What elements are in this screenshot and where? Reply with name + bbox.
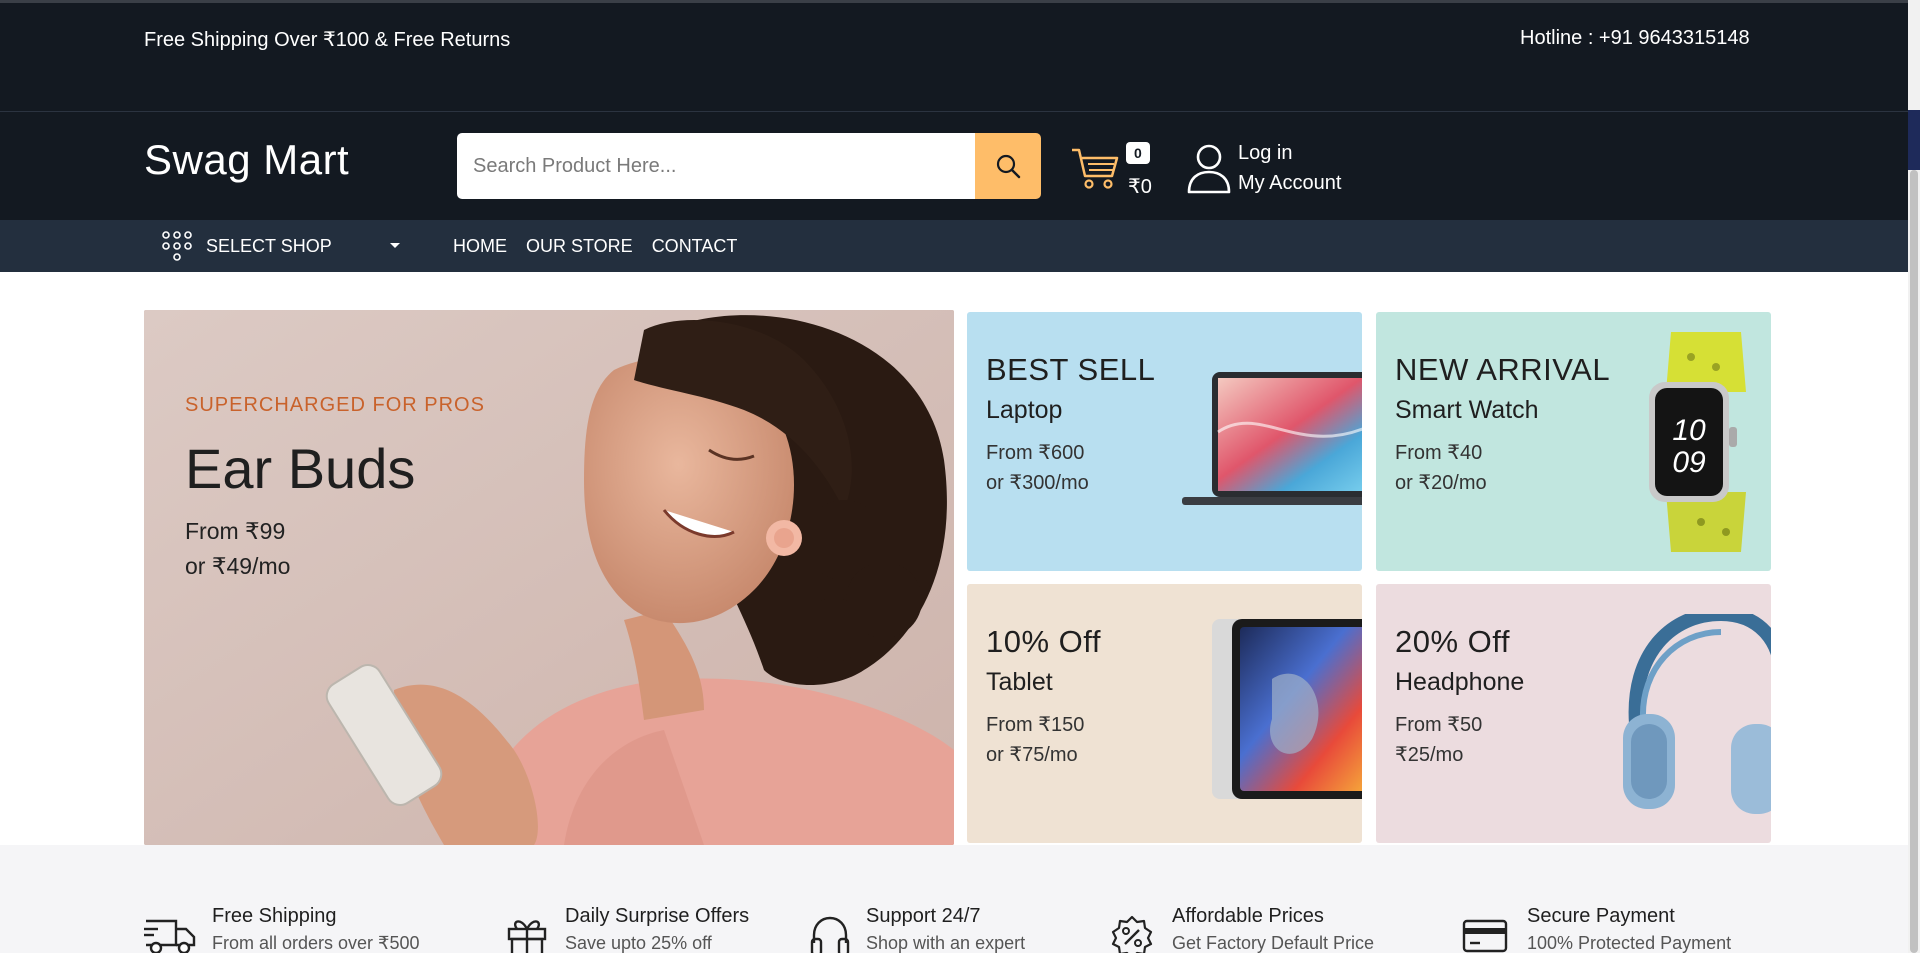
hero-banner-earbuds[interactable]: SUPERCHARGED FOR PROS Ear Buds From ₹99 … [144, 310, 954, 845]
search-icon [996, 154, 1021, 179]
promo-card-laptop[interactable]: BEST SELL Laptop From ₹600 or ₹300/mo [967, 312, 1362, 571]
smart-watch-image: 10 09 [1649, 332, 1746, 552]
truck-icon [144, 919, 196, 953]
login-link[interactable]: Log in [1238, 138, 1341, 168]
headset-icon [810, 916, 850, 953]
cart-count-badge: 0 [1126, 142, 1150, 164]
card-heading: NEW ARRIVAL [1395, 352, 1611, 387]
primary-menu: HOME OUR STORE CONTACT [453, 236, 756, 257]
card-product: Headphone [1395, 668, 1525, 696]
cart-button[interactable]: 0 ₹0 [1070, 140, 1180, 200]
promo-card-tablet[interactable]: 10% Off Tablet From ₹150 or ₹75/mo [967, 584, 1362, 843]
services-strip: Free Shipping From all orders over ₹500 … [0, 845, 1908, 953]
my-account-link[interactable]: My Account [1238, 168, 1341, 198]
select-shop-label: SELECT SHOP [206, 235, 332, 256]
page: Free Shipping Over ₹100 & Free Returns H… [0, 0, 1908, 953]
card-heading: BEST SELL [986, 352, 1156, 387]
service-title: Support 24/7 [866, 905, 981, 927]
service-title: Secure Payment [1527, 905, 1675, 927]
tablet-image [1212, 619, 1362, 799]
promo-card-headphone[interactable]: 20% Off Headphone From ₹50 ₹25/mo [1376, 584, 1771, 843]
scrollbar-accent [1908, 110, 1920, 170]
cart-icon [1072, 148, 1119, 189]
card-price: From ₹40 [1395, 442, 1483, 464]
discount-icon [1111, 915, 1153, 953]
search-input[interactable] [457, 133, 975, 199]
nav-our-store[interactable]: OUR STORE [526, 236, 633, 257]
gift-icon [507, 920, 547, 953]
headphone-image [1623, 614, 1771, 814]
nav-home[interactable]: HOME [453, 236, 507, 257]
hero-monthly: or ₹49/mo [185, 553, 291, 579]
service-title: Free Shipping [212, 905, 337, 927]
card-heading: 10% Off [986, 624, 1101, 659]
hotline-link[interactable]: Hotline : +91 9643315148 [1520, 27, 1750, 50]
card-monthly: ₹25/mo [1395, 744, 1464, 766]
service-desc: Save upto 25% off [565, 933, 712, 953]
card-icon [1462, 919, 1508, 953]
nav-contact[interactable]: CONTACT [652, 236, 738, 257]
service-desc: Get Factory Default Price [1172, 933, 1375, 953]
main-header: Swag Mart 0 ₹0 [0, 112, 1908, 220]
site-logo[interactable]: Swag Mart [144, 136, 349, 184]
service-desc: From all orders over ₹500 [212, 933, 420, 953]
svg-text:09: 09 [1672, 446, 1706, 479]
hero-kicker: SUPERCHARGED FOR PROS [185, 394, 485, 416]
card-monthly: or ₹300/mo [986, 472, 1089, 494]
chevron-down-icon [390, 243, 400, 248]
card-product: Laptop [986, 396, 1063, 424]
main-navbar: SELECT SHOP HOME OUR STORE CONTACT [0, 220, 1908, 272]
card-heading: 20% Off [1395, 624, 1510, 659]
card-monthly: or ₹20/mo [1395, 472, 1487, 494]
service-desc: 100% Protected Payment [1527, 933, 1732, 953]
promo-card-smart-watch[interactable]: 10 09 NEW ARRIVAL Smart Watch From ₹40 o… [1376, 312, 1771, 571]
user-icon [1187, 144, 1231, 194]
page-scrollbar[interactable] [1908, 0, 1920, 953]
svg-text:10: 10 [1672, 414, 1706, 447]
account-texts: Log in My Account [1238, 138, 1341, 198]
card-product: Smart Watch [1395, 396, 1539, 424]
laptop-image [1182, 372, 1362, 505]
card-price: From ₹50 [1395, 714, 1483, 736]
hero-price: From ₹99 [185, 518, 286, 544]
free-shipping-notice: Free Shipping Over ₹100 & Free Returns [144, 29, 511, 51]
card-product: Tablet [986, 668, 1053, 696]
scrollbar-thumb[interactable] [1910, 170, 1918, 953]
top-announcement-bar: Free Shipping Over ₹100 & Free Returns H… [0, 0, 1908, 112]
card-monthly: or ₹75/mo [986, 744, 1078, 766]
hero-title: Ear Buds [185, 437, 416, 500]
grid-dots-icon [162, 231, 192, 261]
search-bar [457, 133, 1041, 199]
service-title: Affordable Prices [1172, 905, 1324, 927]
card-price: From ₹150 [986, 714, 1085, 736]
card-price: From ₹600 [986, 442, 1085, 464]
service-title: Daily Surprise Offers [565, 905, 750, 927]
search-button[interactable] [975, 133, 1041, 199]
cart-total: ₹0 [1128, 176, 1152, 198]
select-shop-dropdown[interactable]: SELECT SHOP [160, 228, 400, 264]
service-desc: Shop with an expert [866, 933, 1026, 953]
